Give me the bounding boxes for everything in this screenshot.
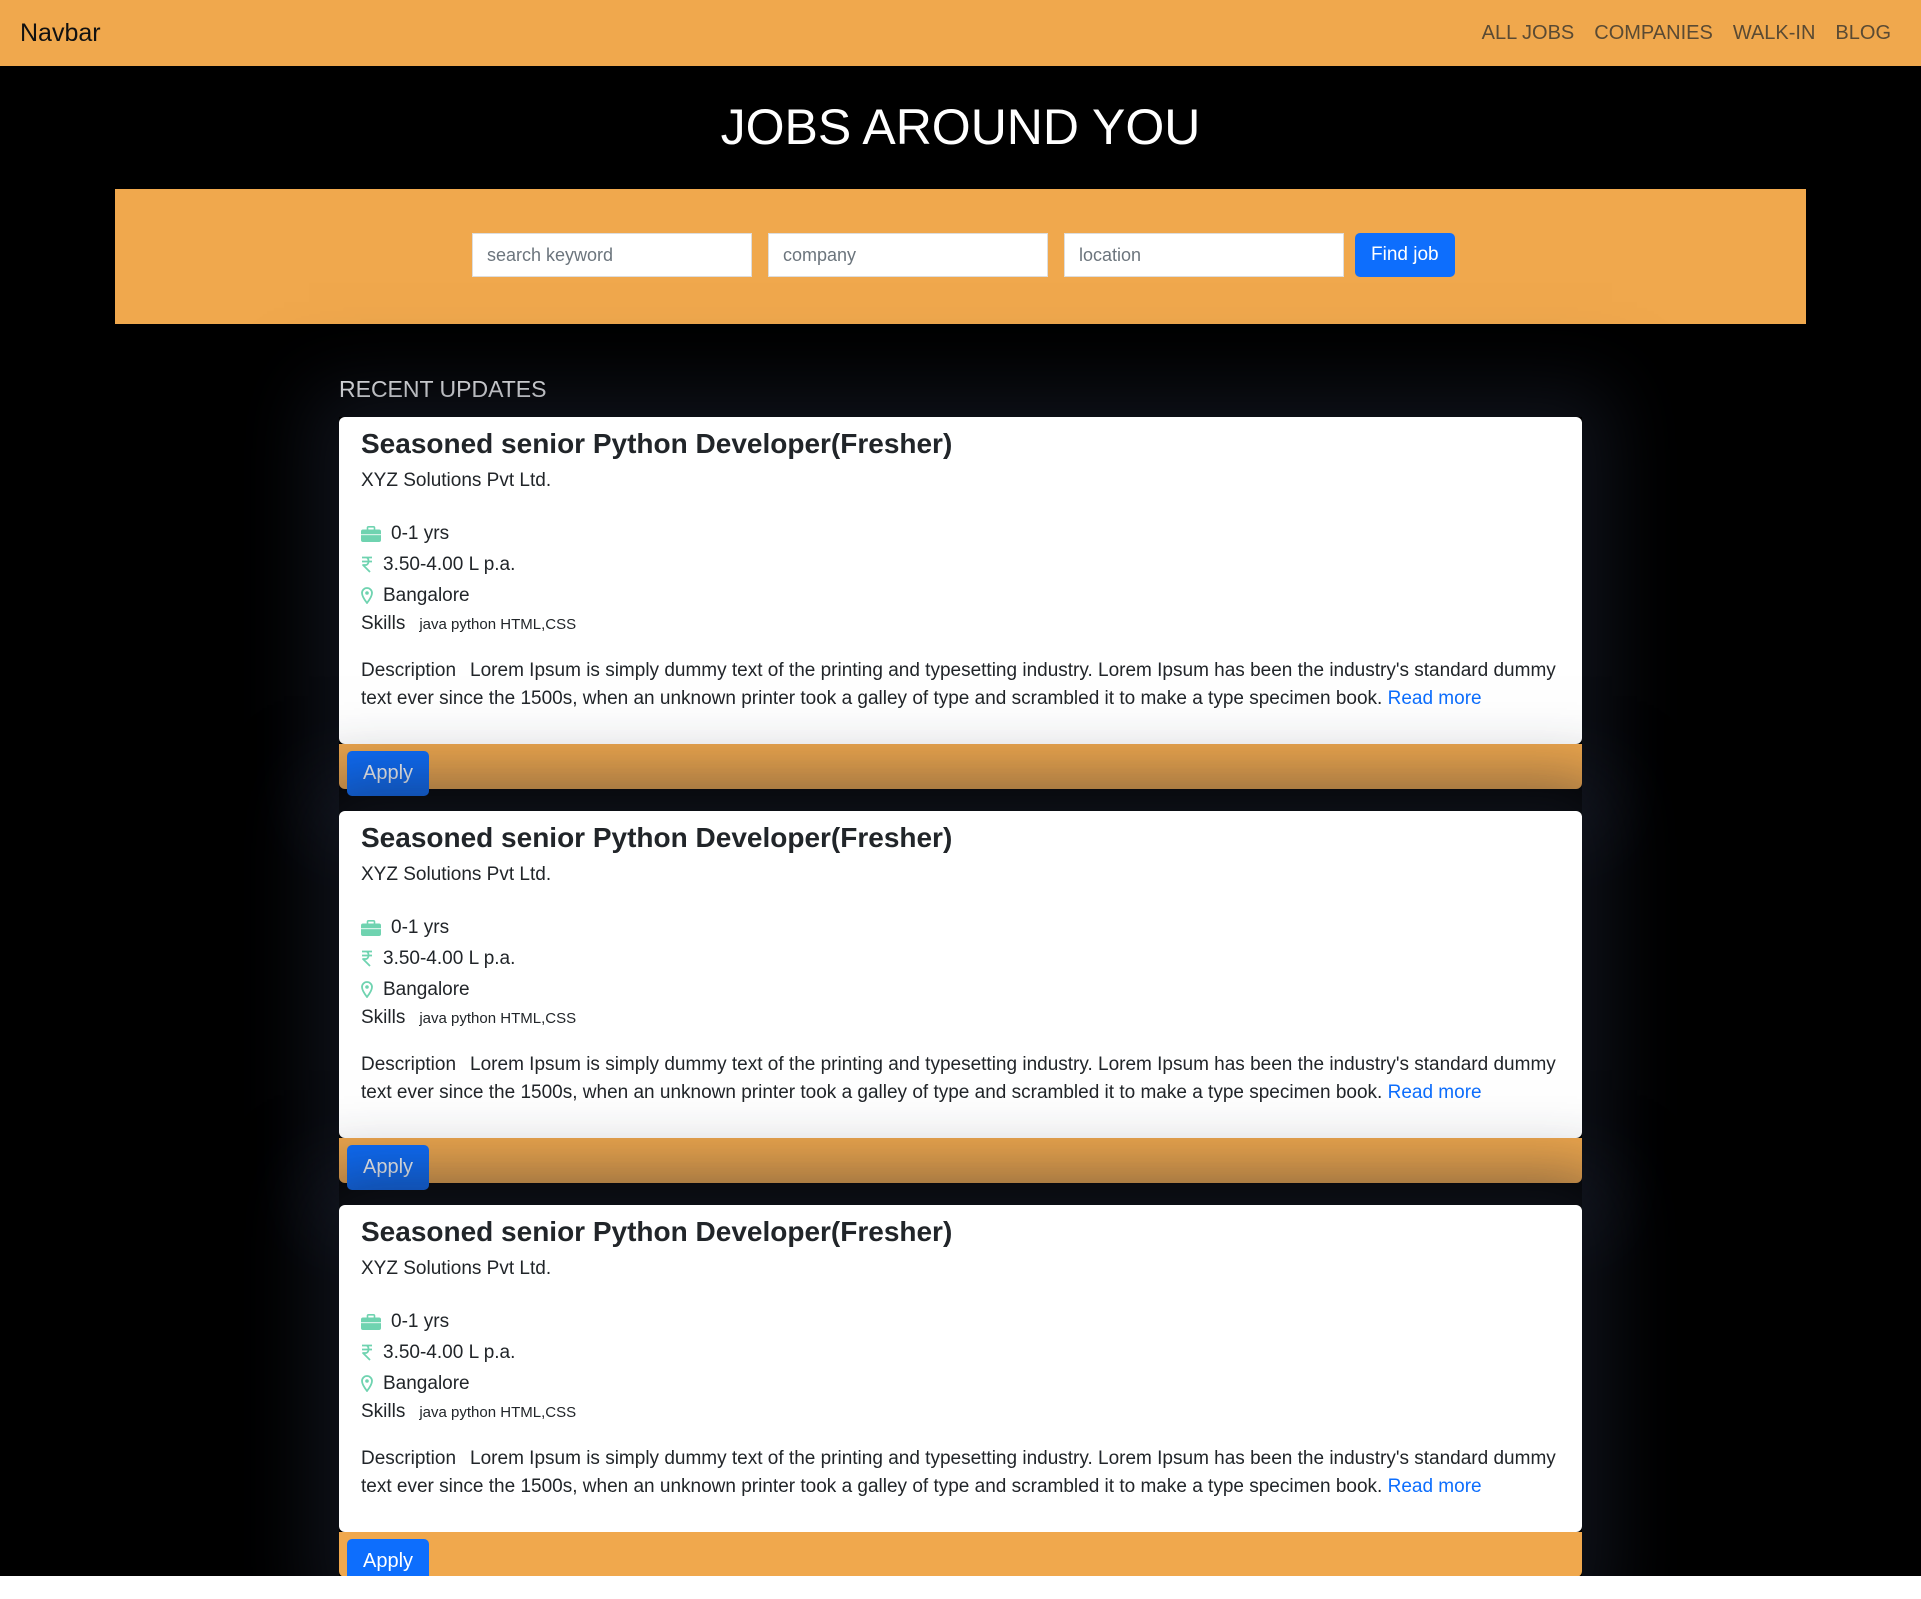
job-list: Seasoned senior Python Developer(Fresher… (339, 417, 1582, 1576)
search-form: Find job (472, 233, 1455, 277)
map-pin-icon (361, 1375, 383, 1392)
briefcase-icon (361, 1313, 391, 1330)
company-search-input[interactable] (768, 233, 1048, 277)
apply-button[interactable]: Apply (347, 1145, 430, 1190)
job-description: Description Lorem Ipsum is simply dummy t… (361, 1445, 1560, 1501)
job-card-body: Seasoned senior Python Developer(Fresher… (339, 1205, 1582, 1532)
location-row: Bangalore (361, 1368, 1560, 1399)
job-description: Description Lorem Ipsum is simply dummy t… (361, 657, 1560, 713)
rupee-icon (361, 556, 383, 573)
rupee-icon (361, 1344, 383, 1361)
company-name: XYZ Solutions Pvt Ltd. (361, 1258, 552, 1279)
map-pin-icon (361, 981, 383, 998)
job-card: Seasoned senior Python Developer(Fresher… (339, 417, 1582, 811)
company-name: XYZ Solutions Pvt Ltd. (361, 864, 552, 885)
salary-text: 3.50-4.00 L p.a. (383, 554, 516, 575)
experience-text: 0-1 yrs (391, 917, 450, 938)
nav-link-companies[interactable]: COMPANIES (1594, 22, 1713, 45)
location-text: Bangalore (383, 979, 470, 1000)
apply-button[interactable]: Apply (347, 751, 430, 796)
navbar-brand[interactable]: Navbar (20, 19, 101, 48)
main-content: JOBS AROUND YOU Find job RECENT UPDATES … (0, 66, 1921, 1576)
job-card-footer: Apply (339, 1138, 1582, 1190)
skills-text: java python HTML,CSS (419, 1010, 577, 1027)
description-text: Lorem Ipsum is simply dummy text of the … (361, 1054, 1556, 1103)
location-row: Bangalore (361, 974, 1560, 1005)
job-card-body: Seasoned senior Python Developer(Fresher… (339, 417, 1582, 744)
skills-text: java python HTML,CSS (419, 1404, 577, 1421)
skills-label: Skills (361, 1007, 406, 1028)
description-label: Description (361, 660, 457, 681)
job-card: Seasoned senior Python Developer(Fresher… (339, 811, 1582, 1205)
nav-link-walk-in[interactable]: WALK-IN (1733, 22, 1816, 45)
nav-link-blog[interactable]: BLOG (1835, 22, 1891, 45)
job-title[interactable]: Seasoned senior Python Developer(Fresher… (361, 1215, 1560, 1249)
experience-row: 0-1 yrs (361, 912, 1560, 943)
salary-text: 3.50-4.00 L p.a. (383, 948, 516, 969)
experience-row: 0-1 yrs (361, 1306, 1560, 1337)
skills-label: Skills (361, 613, 406, 634)
search-panel: Find job (115, 189, 1806, 324)
page-title: JOBS AROUND YOU (720, 99, 1201, 155)
job-card-footer: Apply (339, 744, 1582, 796)
salary-text: 3.50-4.00 L p.a. (383, 1342, 516, 1363)
salary-row: 3.50-4.00 L p.a. (361, 549, 1560, 580)
read-more-link[interactable]: Read more (1388, 1082, 1482, 1103)
rupee-icon (361, 950, 383, 967)
location-row: Bangalore (361, 580, 1560, 611)
job-description: Description Lorem Ipsum is simply dummy t… (361, 1051, 1560, 1107)
briefcase-icon (361, 919, 391, 936)
company-name: XYZ Solutions Pvt Ltd. (361, 470, 552, 491)
briefcase-icon (361, 525, 391, 542)
job-card-body: Seasoned senior Python Developer(Fresher… (339, 811, 1582, 1138)
keyword-search-input[interactable] (472, 233, 752, 277)
read-more-link[interactable]: Read more (1388, 688, 1482, 709)
apply-button[interactable]: Apply (347, 1539, 430, 1576)
find-job-button[interactable]: Find job (1355, 233, 1455, 277)
job-title[interactable]: Seasoned senior Python Developer(Fresher… (361, 427, 1560, 461)
description-text: Lorem Ipsum is simply dummy text of the … (361, 1448, 1556, 1497)
map-pin-icon (361, 587, 383, 604)
skills-label: Skills (361, 1401, 406, 1422)
nav-links: ALL JOBS COMPANIES WALK-IN BLOG (1482, 22, 1901, 45)
description-label: Description (361, 1054, 457, 1075)
job-meta: 0-1 yrs 3.50-4.00 L p.a. Bangalore Skill… (361, 912, 1560, 1031)
experience-text: 0-1 yrs (391, 523, 450, 544)
description-text: Lorem Ipsum is simply dummy text of the … (361, 660, 1556, 709)
location-search-input[interactable] (1064, 233, 1344, 277)
experience-text: 0-1 yrs (391, 1311, 450, 1332)
experience-row: 0-1 yrs (361, 518, 1560, 549)
skills-text: java python HTML,CSS (419, 616, 577, 633)
job-card: Seasoned senior Python Developer(Fresher… (339, 1205, 1582, 1576)
job-meta: 0-1 yrs 3.50-4.00 L p.a. Bangalore Skill… (361, 518, 1560, 637)
skills-row: Skills java python HTML,CSS (361, 1005, 1560, 1031)
salary-row: 3.50-4.00 L p.a. (361, 943, 1560, 974)
location-text: Bangalore (383, 1373, 470, 1394)
job-card-footer: Apply (339, 1532, 1582, 1576)
job-meta: 0-1 yrs 3.50-4.00 L p.a. Bangalore Skill… (361, 1306, 1560, 1425)
nav-link-all-jobs[interactable]: ALL JOBS (1482, 22, 1575, 45)
salary-row: 3.50-4.00 L p.a. (361, 1337, 1560, 1368)
skills-row: Skills java python HTML,CSS (361, 611, 1560, 637)
top-navbar: Navbar ALL JOBS COMPANIES WALK-IN BLOG (0, 0, 1921, 66)
skills-row: Skills java python HTML,CSS (361, 1399, 1560, 1425)
location-text: Bangalore (383, 585, 470, 606)
read-more-link[interactable]: Read more (1388, 1476, 1482, 1497)
job-title[interactable]: Seasoned senior Python Developer(Fresher… (361, 821, 1560, 855)
description-label: Description (361, 1448, 457, 1469)
recent-updates-heading: RECENT UPDATES (339, 376, 547, 402)
